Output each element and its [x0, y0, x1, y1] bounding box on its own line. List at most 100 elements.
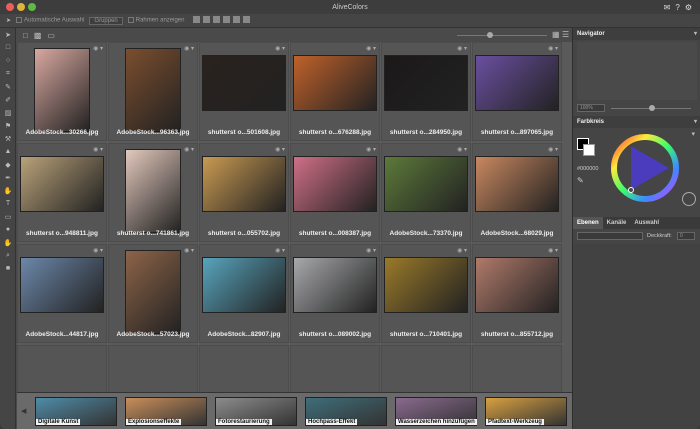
file-tile[interactable]: ◉ ▾ AdobeStock...73370.jpg: [381, 143, 471, 242]
fill-tool-icon[interactable]: ◆: [0, 158, 16, 171]
collapse-icon[interactable]: ▾: [694, 118, 697, 125]
tile-menu-icon[interactable]: ◉ ▾: [93, 146, 103, 153]
blur-tool-icon[interactable]: ●: [0, 223, 16, 236]
preset-card[interactable]: Hochpass-Effekt: [305, 397, 387, 426]
file-thumbnail[interactable]: [202, 156, 286, 212]
smudge-tool-icon[interactable]: ✋: [0, 184, 16, 197]
colors-tool-icon[interactable]: ■: [0, 262, 16, 275]
close-window-button[interactable]: [6, 3, 14, 11]
open-file-icon[interactable]: ▩: [34, 31, 42, 40]
pen-tool-icon[interactable]: ✒: [0, 171, 16, 184]
preset-card[interactable]: Wasserzeichen hinzufügen: [395, 397, 477, 426]
lasso-tool-icon[interactable]: ○: [0, 54, 16, 67]
file-thumbnail[interactable]: [34, 48, 90, 132]
hand-tool-icon[interactable]: ✋: [0, 236, 16, 249]
file-thumbnail[interactable]: [293, 55, 377, 111]
hex-value[interactable]: #000000: [577, 166, 598, 172]
tile-menu-icon[interactable]: ◉ ▾: [275, 45, 285, 52]
tile-menu-icon[interactable]: ◉ ▾: [548, 247, 558, 254]
collapse-icon[interactable]: ▾: [694, 30, 697, 37]
file-thumbnail[interactable]: [293, 257, 377, 313]
file-tile[interactable]: ◉ ▾ shutterst o...055702.jpg: [199, 143, 289, 242]
preset-card[interactable]: Fotorestaurierung: [215, 397, 297, 426]
file-tile[interactable]: ◉ ▾ shutterst o...089002.jpg: [290, 244, 380, 343]
file-tile[interactable]: ◉ ▾ shutterst o...855712.jpg: [472, 244, 562, 343]
tile-menu-icon[interactable]: ◉ ▾: [93, 45, 103, 52]
gear-icon[interactable]: ⚙: [685, 3, 692, 12]
grid-view-icon[interactable]: ▦: [552, 30, 560, 39]
file-tile[interactable]: ◉ ▾ shutterst o...008387.jpg: [290, 143, 380, 242]
stamp-tool-icon[interactable]: ⚑: [0, 119, 16, 132]
navigator-zoom-knob[interactable]: [649, 105, 655, 111]
file-thumbnail[interactable]: [384, 257, 468, 313]
file-tile[interactable]: ◉ ▾ shutterst o...676288.jpg: [290, 42, 380, 141]
file-thumbnail[interactable]: [475, 55, 559, 111]
color-wheel-options-icon[interactable]: ▾: [691, 130, 695, 138]
tile-menu-icon[interactable]: ◉ ▾: [93, 247, 103, 254]
show-frames-option[interactable]: Rahmen anzeigen: [127, 17, 184, 24]
help-icon[interactable]: ?: [675, 3, 679, 12]
file-thumbnail[interactable]: [384, 156, 468, 212]
file-tile[interactable]: ◉ ▾ shutterst o...284950.jpg: [381, 42, 471, 141]
navigator-zoom[interactable]: 100%: [577, 104, 605, 112]
eyedropper-tool-icon[interactable]: ✎: [0, 80, 16, 93]
preset-card[interactable]: Digitale Kunst: [35, 397, 117, 426]
file-thumbnail[interactable]: [125, 48, 181, 132]
file-tile[interactable]: ◉ ▾ shutterst o...948811.jpg: [17, 143, 107, 242]
harmony-circle-icon[interactable]: [682, 192, 696, 206]
file-thumbnail[interactable]: [384, 55, 468, 111]
file-thumbnail[interactable]: [475, 156, 559, 212]
list-view-icon[interactable]: ☰: [562, 30, 569, 39]
file-tile[interactable]: ◉ ▾ AdobeStock...30266.jpg: [17, 42, 107, 141]
file-tile[interactable]: [108, 345, 198, 392]
file-thumbnail[interactable]: [202, 55, 286, 111]
file-tile[interactable]: [290, 345, 380, 392]
file-tile[interactable]: ◉ ▾ AdobeStock...82907.jpg: [199, 244, 289, 343]
file-thumbnail[interactable]: [20, 156, 104, 212]
message-icon[interactable]: ✉: [664, 3, 671, 12]
preset-card[interactable]: Explosionseffekte: [125, 397, 207, 426]
tile-menu-icon[interactable]: ◉ ▾: [548, 146, 558, 153]
pointer-tool-icon[interactable]: ➤: [0, 28, 16, 41]
file-tile[interactable]: ◉ ▾ AdobeStock...44817.jpg: [17, 244, 107, 343]
tile-menu-icon[interactable]: ◉ ▾: [275, 146, 285, 153]
file-tile[interactable]: ◉ ▾ shutterst o...501608.jpg: [199, 42, 289, 141]
tile-menu-icon[interactable]: ◉ ▾: [184, 247, 194, 254]
color-wheel-header[interactable]: Farbkreis ▾: [573, 116, 700, 128]
file-thumbnail[interactable]: [125, 149, 181, 233]
file-tile[interactable]: [472, 345, 562, 392]
thumbnail-size-knob[interactable]: [487, 32, 493, 38]
blend-mode-select[interactable]: [577, 232, 643, 240]
new-file-icon[interactable]: □: [23, 31, 28, 40]
tab-ebenen[interactable]: Ebenen: [573, 217, 603, 229]
file-thumbnail[interactable]: [20, 257, 104, 313]
color-wheel[interactable]: [609, 132, 681, 204]
stamp2-tool-icon[interactable]: ⚒: [0, 132, 16, 145]
tile-menu-icon[interactable]: ◉ ▾: [457, 146, 467, 153]
tile-menu-icon[interactable]: ◉ ▾: [548, 45, 558, 52]
tile-menu-icon[interactable]: ◉ ▾: [457, 45, 467, 52]
folder-icon[interactable]: ▭: [47, 31, 55, 40]
file-tile[interactable]: [381, 345, 471, 392]
tile-menu-icon[interactable]: ◉ ▾: [275, 247, 285, 254]
file-tile[interactable]: ◉ ▾ shutterst o...897065.jpg: [472, 42, 562, 141]
drop-tool-icon[interactable]: ▲: [0, 145, 16, 158]
text-tool-icon[interactable]: T: [0, 197, 16, 210]
preset-card[interactable]: Pfadtext-Werkzeug: [485, 397, 567, 426]
eraser-tool-icon[interactable]: ▨: [0, 106, 16, 119]
zoom-tool-icon[interactable]: ⌕: [0, 249, 16, 262]
file-tile[interactable]: ◉ ▾ AdobeStock...96363.jpg: [108, 42, 198, 141]
opacity-field[interactable]: 0: [677, 232, 695, 240]
file-tile[interactable]: [199, 345, 289, 392]
eyedropper-icon[interactable]: ✎: [577, 176, 584, 185]
strip-left-arrow[interactable]: ◀: [21, 407, 26, 415]
navigator-header[interactable]: Navigator ▾: [573, 28, 700, 40]
tile-menu-icon[interactable]: ◉ ▾: [366, 146, 376, 153]
file-thumbnail[interactable]: [125, 250, 181, 334]
thumbnail-size-slider[interactable]: [457, 35, 547, 36]
file-thumbnail[interactable]: [293, 156, 377, 212]
file-tile[interactable]: ◉ ▾ shutterst o...741861.jpg: [108, 143, 198, 242]
zoom-window-button[interactable]: [28, 3, 36, 11]
marquee-tool-icon[interactable]: □: [0, 41, 16, 54]
tile-menu-icon[interactable]: ◉ ▾: [366, 45, 376, 52]
